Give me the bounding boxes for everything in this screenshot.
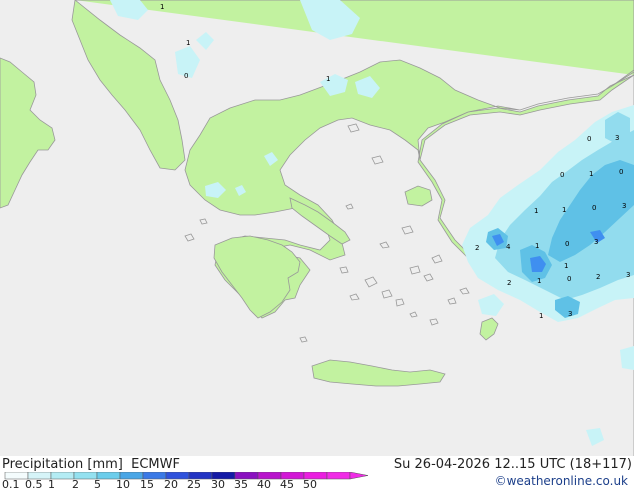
scale-label: 30 — [211, 478, 225, 490]
cell-label: 1 — [564, 262, 568, 270]
scale-label: 2 — [72, 478, 79, 490]
cell-label: 3 — [626, 271, 630, 279]
cell-label: 1 — [535, 242, 539, 250]
valid-time: Su 26-04-2026 12..15 UTC (18+117) — [393, 457, 632, 472]
cell-label: 3 — [615, 134, 619, 142]
scale-label: 35 — [234, 478, 248, 490]
cell-label: 0 — [592, 204, 596, 212]
cell-label: 1 — [562, 206, 566, 214]
cell-label: 1 — [534, 207, 538, 215]
scale-label: 10 — [116, 478, 130, 490]
scale-label: 45 — [280, 478, 294, 490]
cell-label: 2 — [596, 273, 600, 281]
scale-arrow — [349, 472, 369, 480]
cell-label: 1 — [537, 277, 541, 285]
model-name: ECMWF — [131, 457, 180, 472]
cell-label: 1 — [160, 3, 164, 11]
cell-label: 0 — [619, 168, 623, 176]
precip-se-edge-2 — [620, 346, 634, 370]
cell-label: 0 — [567, 275, 571, 283]
scale-label: 25 — [187, 478, 201, 490]
precipitation-color-scale: 0.1 0.5 1 2 5 10 15 20 25 30 35 40 45 50 — [2, 472, 369, 490]
scale-label: 40 — [257, 478, 271, 490]
scale-color-box — [326, 472, 351, 480]
cell-label: 2 — [507, 279, 511, 287]
color-scale-labels: 0.1 0.5 1 2 5 10 15 20 25 30 35 40 45 50 — [2, 478, 317, 490]
scale-label: 0.5 — [25, 478, 43, 490]
scale-label: 0.1 — [2, 478, 20, 490]
scale-label: 15 — [140, 478, 154, 490]
cell-label: 3 — [568, 310, 572, 318]
cell-label: 1 — [589, 170, 593, 178]
cell-label: 0 — [565, 240, 569, 248]
cell-label: 1 — [326, 75, 330, 83]
cell-label: 2 — [475, 244, 479, 252]
legend-title: Precipitation [mm] ECMWF — [2, 457, 180, 472]
precipitation-map: 1 1 0 1 0 3 0 1 0 1 1 0 3 2 4 1 0 3 2 1 … — [0, 0, 634, 456]
cell-label: 0 — [184, 72, 188, 80]
cell-label: 0 — [560, 171, 564, 179]
cell-label: 0 — [587, 135, 591, 143]
cell-label: 3 — [622, 202, 626, 210]
scale-label: 1 — [48, 478, 55, 490]
cell-label: 4 — [506, 243, 511, 251]
cell-label: 1 — [539, 312, 543, 320]
scale-label: 50 — [303, 478, 317, 490]
cell-label: 3 — [594, 238, 598, 246]
map-footer: Precipitation [mm] ECMWF Su 26-04-2026 1… — [0, 456, 634, 490]
product-title: Precipitation [mm] — [2, 457, 123, 472]
cell-label: 1 — [186, 39, 190, 47]
scale-label: 5 — [94, 478, 101, 490]
scale-label: 20 — [164, 478, 178, 490]
